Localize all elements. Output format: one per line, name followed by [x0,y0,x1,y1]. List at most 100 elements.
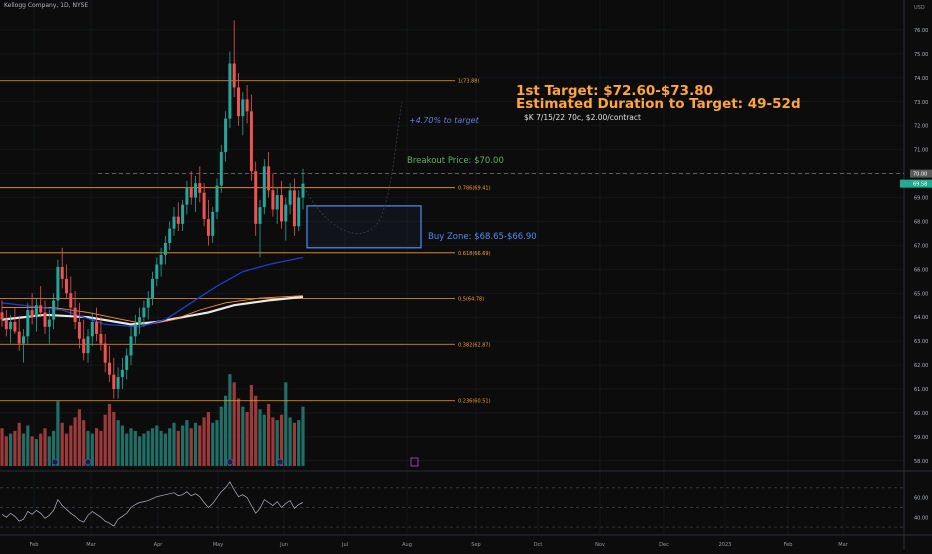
volume-bar [133,430,137,466]
volume-bar [224,395,228,466]
volume-bar [232,382,236,466]
volume-bar [21,433,26,466]
candle-body [108,362,111,375]
event-marker [84,458,92,466]
candle-body [86,336,90,354]
price-axis-tick: 65.00 [914,291,928,297]
candle-body [138,317,142,325]
candle-body [215,185,219,212]
volume-bar [245,412,249,466]
price-axis-tick: 64.00 [914,315,928,321]
fib-label: 0.786(69.41) [458,186,491,192]
volume-bar [13,430,17,466]
fib-label: 0.236(60.51) [458,399,491,405]
candle-body [280,195,283,222]
volume-bar [30,436,34,466]
candle-body [65,278,68,294]
candle-body [284,204,288,222]
time-axis-tick: Oct [534,542,543,548]
candle-body [120,369,124,378]
volume-bar [176,430,180,466]
volume-bar [95,428,99,466]
candle-body [262,166,266,208]
price-axis-tick: 60.00 [914,411,928,417]
candle-body [56,266,60,301]
volume-bar [39,433,43,466]
volume-bar [107,403,112,466]
candle-body [34,305,38,318]
candle-body [168,228,172,243]
price-axis-tick: 75.00 [914,52,928,58]
symbol-title: Kellogg Company, 1D, NYSE [4,2,89,9]
candle-body [202,192,206,220]
volume-bar [189,428,193,466]
candle-body [288,190,292,205]
candle-body [60,266,64,279]
volume-bar [258,409,262,466]
candle-body [142,307,146,318]
fib-label: 0.382(62.87) [458,342,491,348]
candle-body [159,254,163,265]
candle-body [194,183,197,198]
candle-body [219,152,223,186]
volume-bar [47,436,51,466]
price-axis-tick: 62.00 [914,363,928,369]
candle-body [82,338,86,354]
volume-bar [228,374,232,466]
price-axis-tick: 74.00 [914,76,928,82]
volume-bar [249,385,253,466]
volume-bar [185,420,189,466]
time-axis-tick: Sep [471,542,480,548]
price-axis-tick: 66.00 [914,267,928,273]
candle-body [9,321,13,330]
candle-body [172,216,176,229]
candle-body [237,87,240,117]
candle-body [163,243,167,255]
candle-body [116,377,120,390]
candle-body [249,111,253,172]
candle-body [275,195,279,210]
volume-bar [103,414,107,466]
candle-body [185,187,189,205]
price-chart[interactable]: 1(73.88) 0.786(69.41) 0.618(66.69) 0.5(64.7… [0,0,932,550]
rsi-axis-tick: 60.00 [914,496,928,502]
event-marker [51,458,59,466]
volume-bar [73,417,77,466]
candle-body [224,118,228,153]
annotation-option: $K 7/15/22 70c, $2.00/contract [524,113,641,122]
volume-bar [120,425,124,466]
candle-body [245,99,249,112]
volume-bar [60,422,64,466]
candle-body [30,310,34,318]
fib-label: 0.618(66.69) [458,251,491,257]
time-axis-tick: Feb [30,542,39,548]
candle-body [73,307,77,322]
price-axis-tick: 71.00 [914,148,928,154]
candle-body [47,319,51,327]
candle-body [69,293,73,308]
chart-area[interactable]: 1(73.88) 0.786(69.41) 0.618(66.69) 0.5(64.7… [0,0,932,550]
candle-body [77,321,81,339]
candle-body [198,183,202,193]
time-axis-tick: Mar [86,542,96,548]
volume-bar [26,425,30,466]
volume-bar [301,406,305,466]
volume-bar [159,430,163,466]
volume-bar [236,398,241,466]
candle-body [292,190,296,227]
candle-body [232,63,236,88]
price-axis-tick: 63.00 [914,339,928,345]
candle-body [13,321,17,332]
volume-bar [267,403,271,466]
candle-body [271,190,275,210]
volume-bar [292,422,296,466]
buy-zone-box [306,205,422,249]
rsi-axis-tick: 40.00 [914,515,928,521]
price-axis-tick: 69.00 [914,196,928,202]
volume-bar [138,436,142,466]
price-axis-tick: 76.00 [914,28,928,34]
candle-body [146,298,150,308]
volume-bar [4,436,8,466]
candle-body [129,336,133,356]
price-axis-tick: 67.00 [914,243,928,249]
